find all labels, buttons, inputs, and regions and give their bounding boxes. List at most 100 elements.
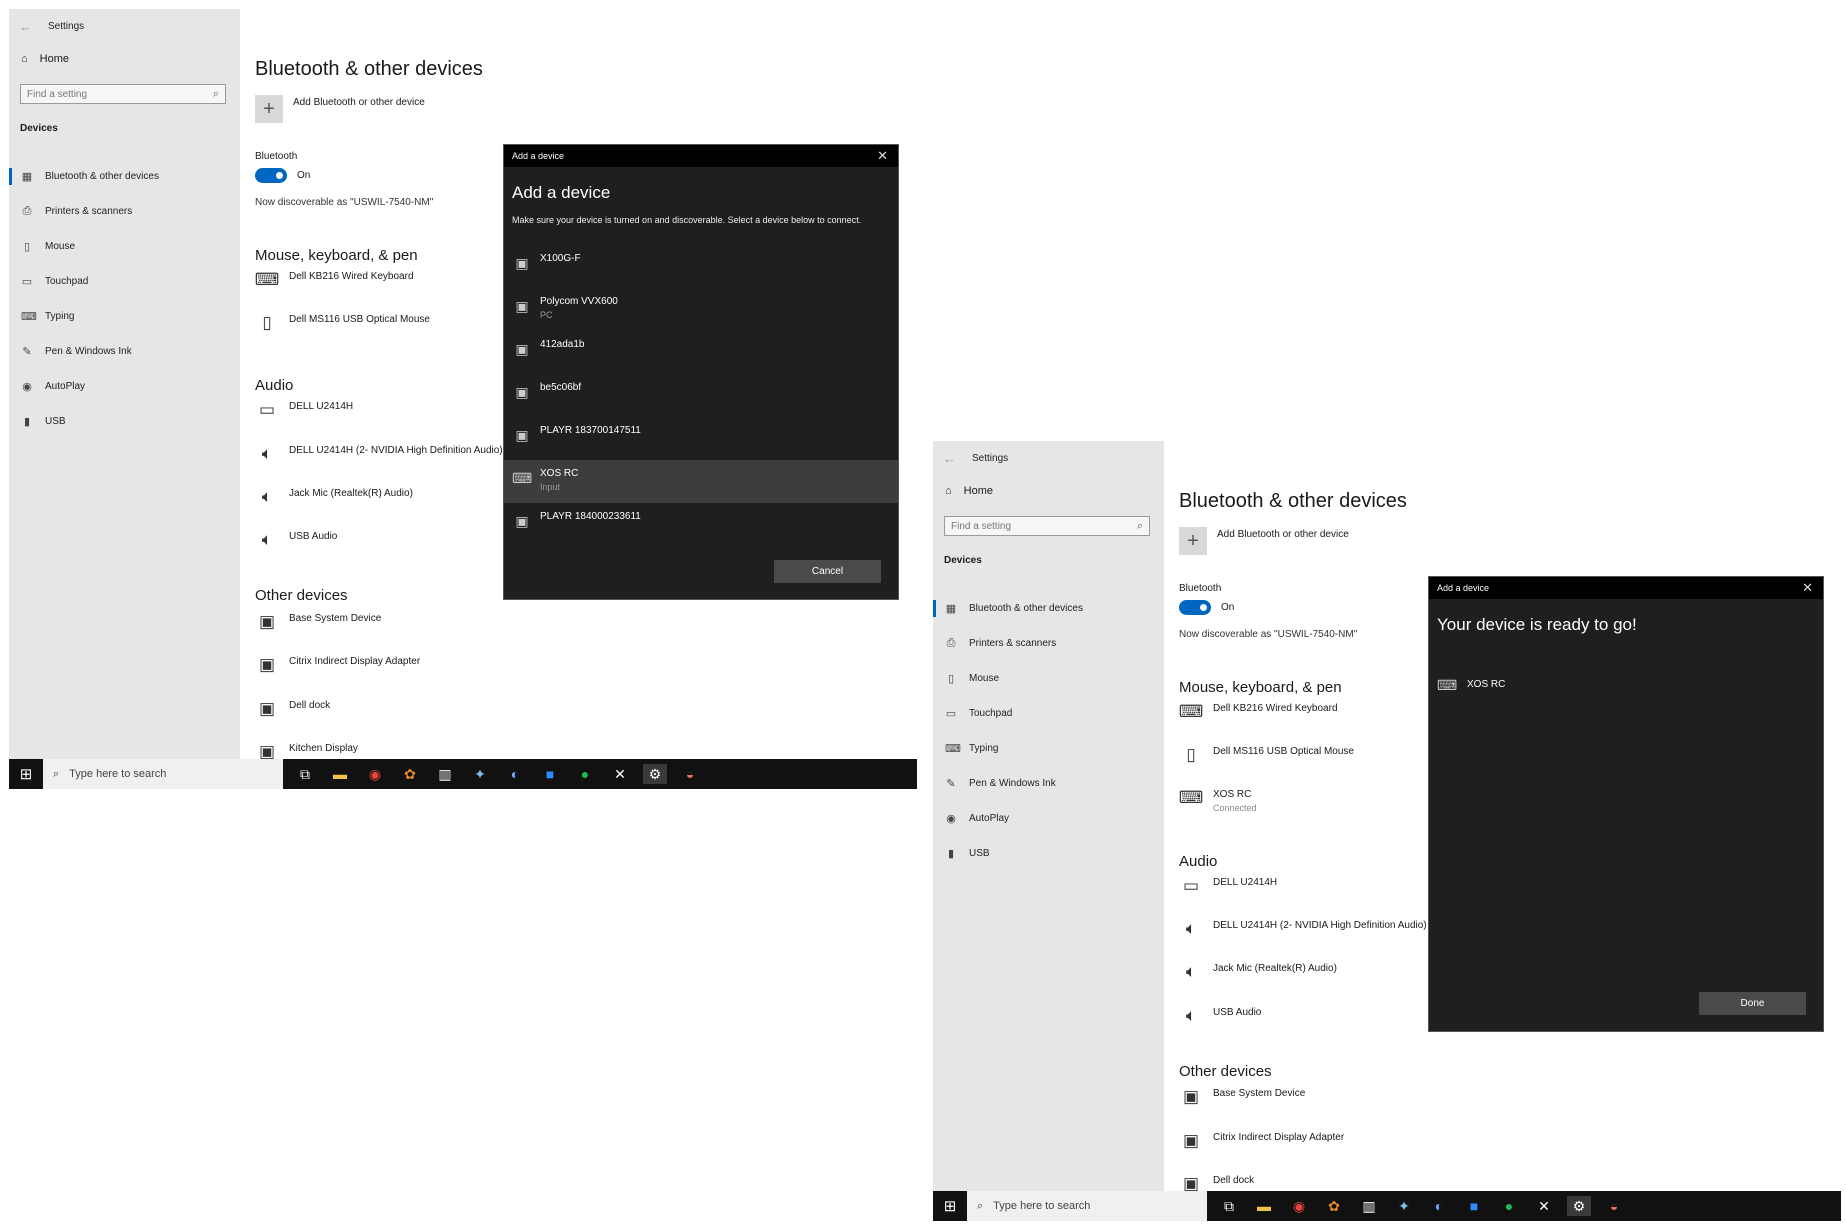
app-icon[interactable]: ✦: [1392, 1196, 1416, 1216]
settings-gear-icon[interactable]: ⚙: [1567, 1196, 1591, 1216]
device-item[interactable]: 🔈︎ Jack Mic (Realtek(R) Audio): [1179, 962, 1337, 981]
nav-item-usb[interactable]: ▮ USB: [933, 836, 1164, 871]
taskbar-search[interactable]: ⌕ Type here to search: [967, 1191, 1207, 1221]
list-item-selected[interactable]: ⌨ XOS RC Input: [504, 460, 898, 503]
app-icon[interactable]: ▥: [433, 764, 457, 784]
nav-item-mouse[interactable]: ▯ Mouse: [9, 229, 240, 264]
settings-gear-icon[interactable]: ⚙: [643, 764, 667, 784]
find-setting-box[interactable]: ⌕: [20, 84, 226, 104]
done-button[interactable]: Done: [1699, 992, 1806, 1015]
file-explorer-icon[interactable]: ▬: [1252, 1196, 1276, 1216]
device-item[interactable]: ▯ Dell MS116 USB Optical Mouse: [1179, 745, 1354, 764]
audio-heading: Audio: [1179, 853, 1218, 870]
connected-device: ⌨ XOS RC: [1437, 675, 1505, 694]
nav-item-usb[interactable]: ▮ USB: [9, 404, 240, 439]
nav-item-typing[interactable]: ⌨ Typing: [933, 731, 1164, 766]
list-item[interactable]: ▣ Polycom VVX600 PC: [504, 288, 898, 331]
device-item[interactable]: ▭ DELL U2414H: [255, 400, 353, 419]
list-item[interactable]: ▣ be5c06bf: [504, 374, 898, 417]
taskbar-apps: ⧉ ▬ ◉ ✿ ▥ ✦ ◐ ■ ● ✕ ⚙ ◒: [293, 764, 702, 784]
search-input[interactable]: [27, 88, 197, 100]
find-setting-box[interactable]: ⌕: [944, 516, 1150, 536]
device-item[interactable]: ▣ Citrix Indirect Display Adapter: [1179, 1131, 1344, 1150]
device-item[interactable]: ▣ Citrix Indirect Display Adapter: [255, 655, 420, 674]
search-input[interactable]: [951, 520, 1121, 532]
keyboard-icon: ⌨: [1437, 677, 1458, 693]
app-icon[interactable]: ◒: [678, 764, 702, 784]
cancel-button[interactable]: Cancel: [774, 560, 881, 583]
device-item[interactable]: 🔈︎ DELL U2414H (2- NVIDIA High Definition…: [1179, 919, 1427, 938]
add-device-button[interactable]: + Add Bluetooth or other device: [1179, 527, 1349, 555]
device-item[interactable]: ⌨ Dell KB216 Wired Keyboard: [1179, 702, 1338, 721]
app-icon[interactable]: ✿: [1322, 1196, 1346, 1216]
add-device-button[interactable]: + Add Bluetooth or other device: [255, 95, 425, 123]
app-icon[interactable]: ◐: [503, 764, 527, 784]
nav-item-pen[interactable]: ✎ Pen & Windows Ink: [9, 334, 240, 369]
section-label-devices: Devices: [20, 123, 58, 134]
list-item[interactable]: ▣ 412ada1b: [504, 331, 898, 374]
home-link[interactable]: ⌂ Home: [21, 53, 69, 65]
nav-item-bluetooth[interactable]: ▦ Bluetooth & other devices: [9, 159, 240, 194]
title-bar: ← Settings: [19, 15, 84, 37]
nav-item-mouse[interactable]: ▯ Mouse: [933, 661, 1164, 696]
close-icon[interactable]: ✕: [1802, 580, 1813, 596]
toggle-state: On: [297, 170, 311, 181]
bluetooth-devices-icon: ▦: [21, 171, 33, 183]
bluetooth-toggle[interactable]: [255, 168, 287, 183]
device-item[interactable]: ▣ Dell dock: [255, 699, 330, 718]
device-item[interactable]: ▣ Base System Device: [255, 612, 381, 631]
device-item[interactable]: 🔈︎ DELL U2414H (2- NVIDIA High Definition…: [255, 444, 503, 463]
nav-item-printers[interactable]: ⎙ Printers & scanners: [933, 626, 1164, 661]
windows-start-icon[interactable]: ⊞: [933, 1191, 967, 1221]
list-item[interactable]: ▣ PLAYR 184000233611: [504, 503, 898, 546]
close-icon[interactable]: ✕: [877, 148, 888, 164]
zoom-icon[interactable]: ■: [538, 764, 562, 784]
acrobat-icon[interactable]: ✕: [1532, 1196, 1556, 1216]
list-item[interactable]: ▣ PLAYR 183700147511: [504, 417, 898, 460]
spotify-icon[interactable]: ●: [1497, 1196, 1521, 1216]
chrome-icon[interactable]: ◉: [363, 764, 387, 784]
task-view-icon[interactable]: ⧉: [1217, 1196, 1241, 1216]
app-icon[interactable]: ✿: [398, 764, 422, 784]
nav-item-pen[interactable]: ✎ Pen & Windows Ink: [933, 766, 1164, 801]
app-icon[interactable]: ▥: [1357, 1196, 1381, 1216]
device-icon: ▣: [1182, 1087, 1200, 1106]
nav-item-touchpad[interactable]: ▭ Touchpad: [933, 696, 1164, 731]
app-icon[interactable]: ✦: [468, 764, 492, 784]
windows-start-icon[interactable]: ⊞: [9, 759, 43, 789]
home-label: Home: [963, 485, 993, 497]
nav-item-touchpad[interactable]: ▭ Touchpad: [9, 264, 240, 299]
chrome-icon[interactable]: ◉: [1287, 1196, 1311, 1216]
window-title: Settings: [972, 452, 1009, 464]
device-item[interactable]: 🔈︎ USB Audio: [255, 530, 337, 549]
nav-item-autoplay[interactable]: ◉ AutoPlay: [9, 369, 240, 404]
nav-item-printers[interactable]: ⎙ Printers & scanners: [9, 194, 240, 229]
keyboard-icon: ⌨: [512, 470, 533, 486]
nav-item-autoplay[interactable]: ◉ AutoPlay: [933, 801, 1164, 836]
bluetooth-toggle-row: On: [1179, 600, 1234, 615]
home-link[interactable]: ⌂ Home: [945, 485, 993, 497]
device-item[interactable]: 🔈︎ Jack Mic (Realtek(R) Audio): [255, 487, 413, 506]
device-item[interactable]: 🔈︎ USB Audio: [1179, 1006, 1261, 1025]
device-item[interactable]: ⌨ XOS RC Connected: [1179, 788, 1257, 813]
nav-item-typing[interactable]: ⌨ Typing: [9, 299, 240, 334]
device-item[interactable]: ▯ Dell MS116 USB Optical Mouse: [255, 313, 430, 332]
device-item[interactable]: ▣ Base System Device: [1179, 1087, 1305, 1106]
spotify-icon[interactable]: ●: [573, 764, 597, 784]
task-view-icon[interactable]: ⧉: [293, 764, 317, 784]
device-item[interactable]: ▭ DELL U2414H: [1179, 876, 1277, 895]
app-icon[interactable]: ◐: [1427, 1196, 1451, 1216]
bluetooth-toggle[interactable]: [1179, 600, 1211, 615]
back-arrow-icon[interactable]: ←: [943, 451, 956, 466]
device-icon: ▣: [515, 384, 529, 400]
nav-item-bluetooth[interactable]: ▦ Bluetooth & other devices: [933, 591, 1164, 626]
zoom-icon[interactable]: ■: [1462, 1196, 1486, 1216]
list-item[interactable]: ▣ X100G-F: [504, 245, 898, 288]
back-arrow-icon[interactable]: ←: [19, 19, 32, 34]
taskbar-search[interactable]: ⌕ Type here to search: [43, 759, 283, 789]
app-icon[interactable]: ◒: [1602, 1196, 1626, 1216]
speaker-icon: 🔈︎: [261, 444, 273, 463]
acrobat-icon[interactable]: ✕: [608, 764, 632, 784]
file-explorer-icon[interactable]: ▬: [328, 764, 352, 784]
device-item[interactable]: ⌨ Dell KB216 Wired Keyboard: [255, 270, 414, 289]
